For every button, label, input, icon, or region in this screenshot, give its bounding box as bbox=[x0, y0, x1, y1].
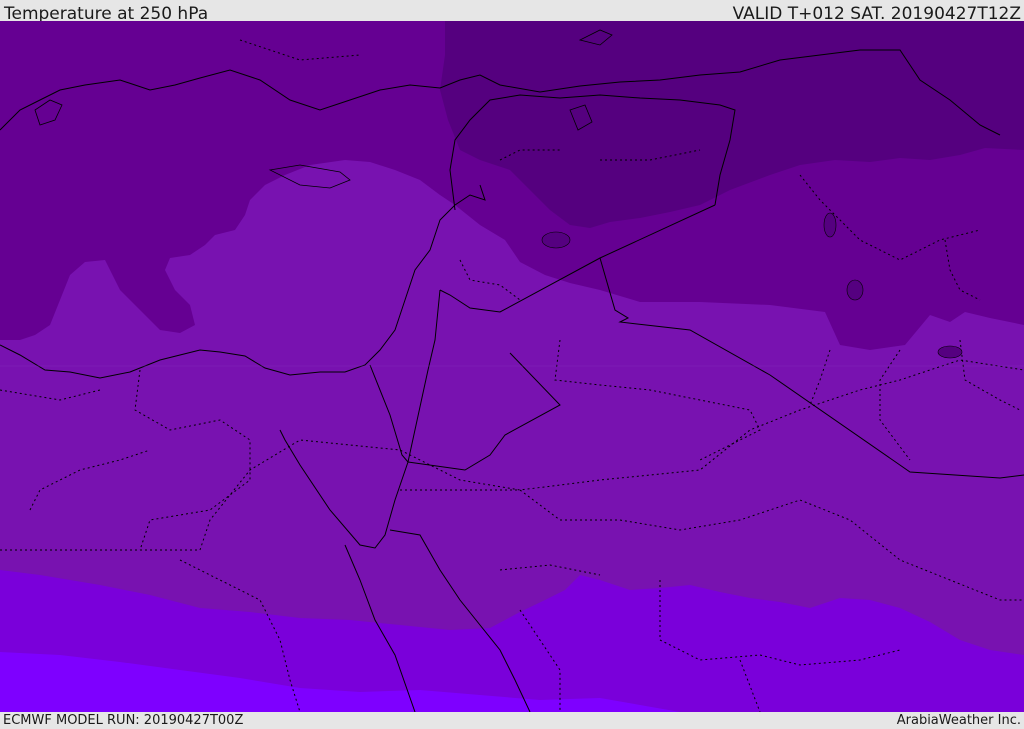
footer-bar: ECMWF MODEL RUN: 20190427T00Z ArabiaWeat… bbox=[0, 712, 1024, 729]
weather-map[interactable] bbox=[0, 21, 1024, 712]
model-run-label: ECMWF MODEL RUN: 20190427T00Z bbox=[3, 713, 244, 728]
map-canvas bbox=[0, 21, 1024, 712]
header-bar: Temperature at 250 hPa VALID T+012 SAT. … bbox=[0, 0, 1024, 24]
credit-label: ArabiaWeather Inc. bbox=[896, 713, 1021, 728]
